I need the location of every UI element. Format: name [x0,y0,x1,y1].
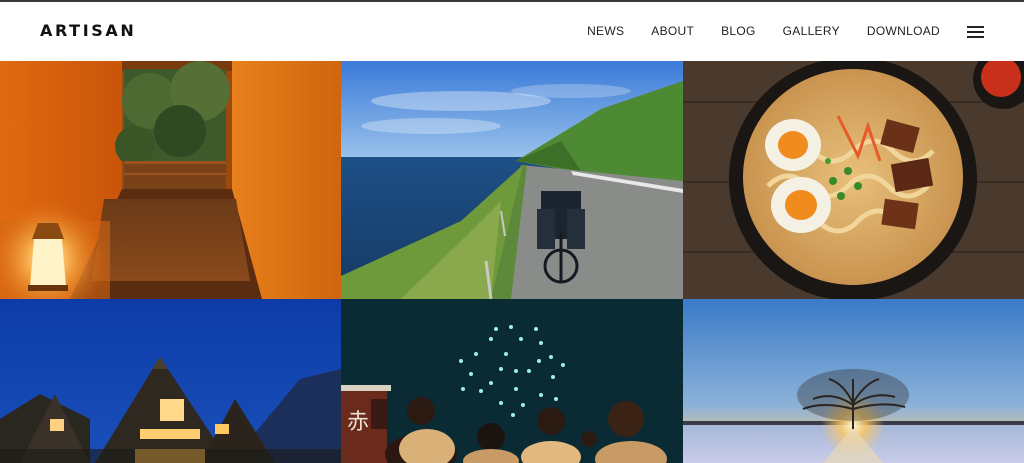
nav-blog[interactable]: BLOG [721,24,756,38]
site-header: ARTISAN NEWS ABOUT BLOG GALLERY DOWNLOAD [0,2,1024,61]
onsen-bath-photo[interactable] [0,61,341,299]
fireworks-festival-photo[interactable]: 赤 [341,299,683,463]
hamburger-menu-icon[interactable] [967,26,984,38]
svg-text:赤: 赤 [347,410,369,435]
thatched-farmhouse-night-photo[interactable] [0,299,341,463]
main-nav: NEWS ABOUT BLOG GALLERY DOWNLOAD [560,24,940,38]
nav-gallery[interactable]: GALLERY [783,24,840,38]
nav-about[interactable]: ABOUT [651,24,694,38]
nav-news[interactable]: NEWS [587,24,624,38]
nav-download[interactable]: DOWNLOAD [867,24,940,38]
coastal-road-bicycle-photo[interactable] [341,61,683,299]
photo-gallery: 赤 [0,61,1024,463]
lone-tree-snow-sunset-photo[interactable] [683,299,1024,463]
site-logo[interactable]: ARTISAN [40,21,136,40]
ramen-bowl-photo[interactable] [683,61,1024,299]
